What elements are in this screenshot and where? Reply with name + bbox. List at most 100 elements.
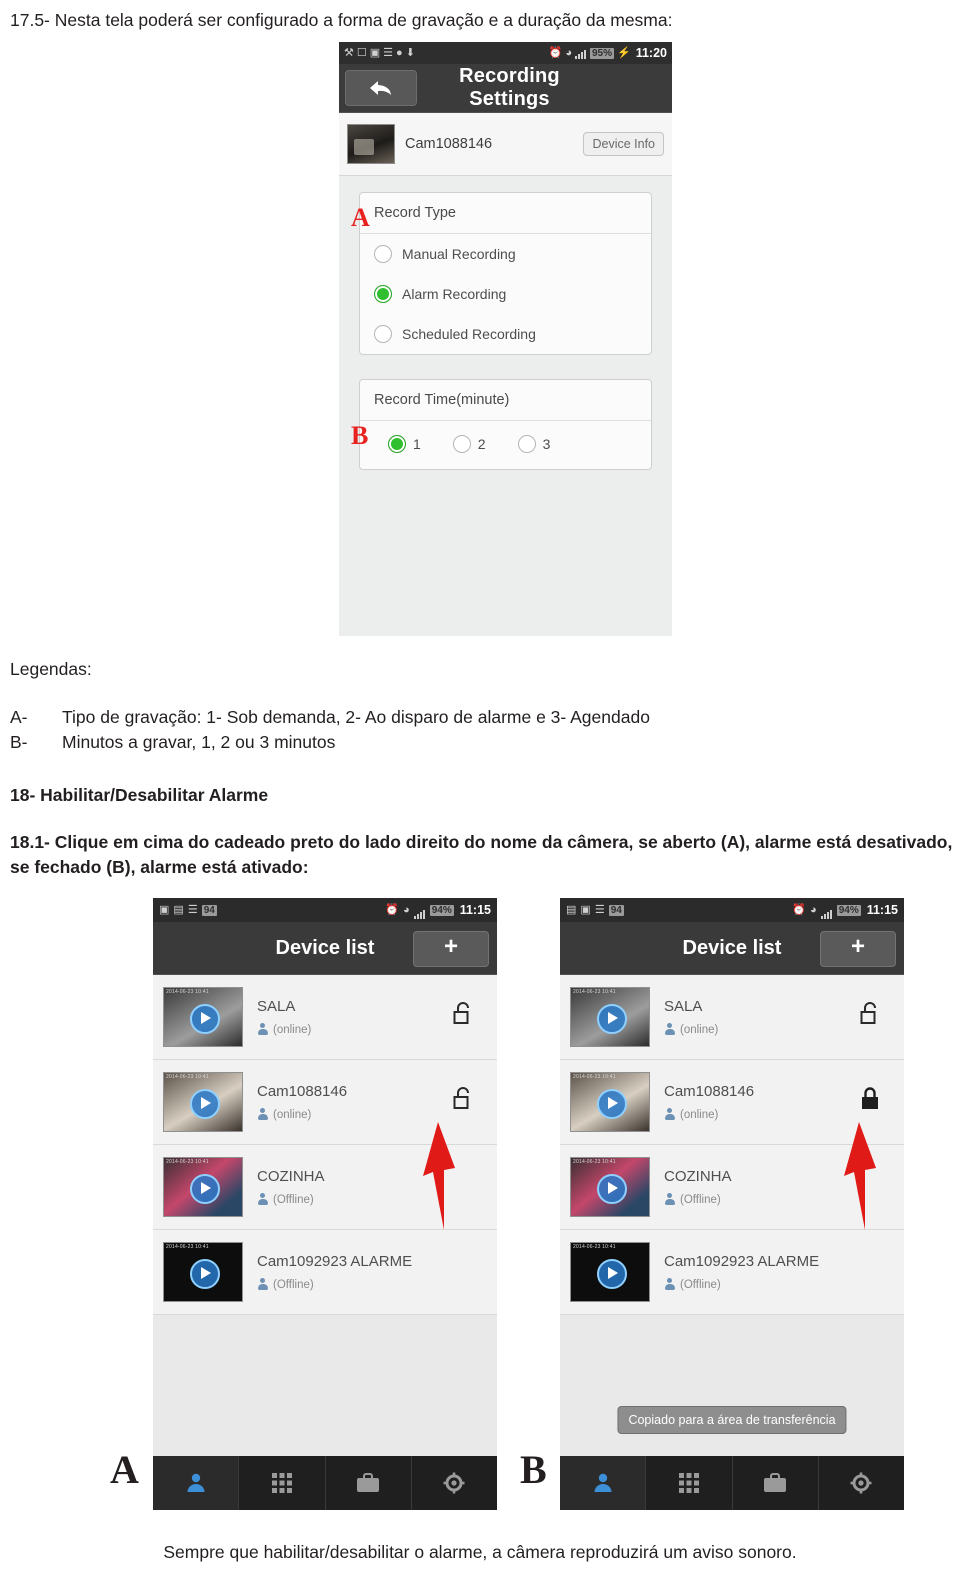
device-thumbnail[interactable]: 2014-06-23 10:41 (163, 1157, 243, 1217)
tab-settings[interactable] (412, 1456, 497, 1510)
tab-briefcase[interactable] (326, 1456, 412, 1510)
record-type-card: Record Type Manual Recording Alarm Recor… (359, 192, 652, 355)
device-row[interactable]: 2014-06-23 10:41 SALA (online) (560, 975, 904, 1060)
annotation-marker-b-bottom: B (520, 1447, 547, 1492)
device-name: Cam1088146 (664, 1083, 755, 1100)
screenshot-icon: ☰ (383, 46, 394, 59)
device-info: SALA (online) (257, 998, 311, 1036)
device-status: (online) (257, 1023, 311, 1036)
image-icon: ▣ (369, 46, 381, 59)
add-device-button[interactable]: + (820, 931, 896, 967)
device-status-label: (online) (273, 1108, 312, 1121)
charging-icon: ⚡ (617, 46, 631, 59)
tab-briefcase[interactable] (733, 1456, 819, 1510)
device-thumbnail[interactable]: 2014-06-23 10:41 (570, 987, 650, 1047)
device-status-label: (Offline) (680, 1278, 721, 1291)
play-icon[interactable] (597, 1089, 627, 1119)
clock-label: 11:15 (459, 903, 491, 917)
lock-open-icon[interactable] (453, 1001, 473, 1027)
device-status: (online) (664, 1108, 754, 1121)
device-name: Cam1088146 (257, 1083, 348, 1100)
device-name: SALA (664, 998, 703, 1015)
document-page: 17.5- Nesta tela poderá ser configurado … (0, 0, 960, 1577)
device-status: (Offline) (257, 1193, 325, 1206)
device-status: (Offline) (664, 1193, 732, 1206)
device-status-label: (online) (680, 1023, 719, 1036)
status-bar-a: ▣ ▤ ☰ 94 ⏰ ◕ 94% 11:15 (153, 898, 497, 922)
radio-icon-time-2[interactable] (452, 435, 471, 453)
radio-icon-time-1[interactable] (388, 435, 406, 453)
device-thumbnail[interactable]: 2014-06-23 10:41 (163, 987, 243, 1047)
record-type-header: Record Type (360, 193, 651, 234)
play-icon[interactable] (190, 1089, 220, 1119)
paragraph-18-1: 18.1- Clique em cima do cadeado preto do… (10, 832, 953, 877)
wifi-icon: ◕ (565, 46, 572, 59)
title-bar: Recording Settings (339, 64, 672, 113)
camera-row[interactable]: Cam1088146 Device Info (339, 113, 672, 176)
device-info: Cam1088146 (online) (664, 1083, 754, 1121)
play-icon[interactable] (597, 1174, 627, 1204)
device-name: Cam1092923 ALARME (664, 1253, 820, 1270)
device-thumbnail[interactable]: 2014-06-23 10:41 (163, 1242, 243, 1302)
notification-badge: 94 (608, 904, 624, 916)
tab-grid[interactable] (239, 1456, 326, 1510)
option-label-time-3: 3 (542, 436, 551, 452)
screenshot-icon: ☰ (594, 903, 605, 916)
device-info-button[interactable]: Device Info (583, 132, 664, 156)
device-thumbnail[interactable]: 2014-06-23 10:41 (163, 1072, 243, 1132)
usb-icon: ⚒ (344, 46, 354, 59)
annotation-marker-b: B (351, 421, 369, 450)
person-icon (257, 1193, 268, 1206)
signal-icon (413, 901, 426, 919)
title-bar-a: Device list + (153, 922, 497, 975)
radio-icon-scheduled[interactable] (374, 325, 392, 343)
notification-badge: 94 (201, 904, 217, 916)
device-row[interactable]: 2014-06-23 10:41 Cam1092923 ALARME (Offl… (153, 1230, 497, 1315)
tab-grid[interactable] (646, 1456, 733, 1510)
section-heading-18: 18- Habilitar/Desabilitar Alarme (10, 785, 269, 805)
back-button[interactable] (345, 70, 417, 106)
add-device-button[interactable]: + (413, 931, 489, 967)
option-scheduled-recording[interactable]: Scheduled Recording (360, 314, 651, 354)
person-icon (664, 1278, 675, 1291)
lock-open-icon[interactable] (860, 1001, 880, 1027)
option-time-3[interactable]: 3 (517, 435, 551, 453)
legend-key-a: A- (10, 707, 28, 727)
device-thumbnail[interactable]: 2014-06-23 10:41 (570, 1072, 650, 1132)
play-icon[interactable] (190, 1004, 220, 1034)
lock-closed-icon[interactable] (860, 1086, 880, 1112)
record-time-options: 1 2 3 (360, 421, 651, 469)
tab-settings[interactable] (819, 1456, 904, 1510)
play-icon[interactable] (597, 1259, 627, 1289)
battery-level: 95% (590, 47, 615, 59)
signal-icon (820, 901, 833, 919)
play-icon[interactable] (190, 1259, 220, 1289)
device-status-label: (Offline) (680, 1193, 721, 1206)
sd-card-icon: ☐ (356, 46, 367, 59)
page-title-a: Device list (275, 936, 375, 959)
radio-icon-manual[interactable] (374, 245, 392, 263)
lock-open-icon[interactable] (453, 1086, 473, 1112)
device-name: SALA (257, 998, 296, 1015)
device-row[interactable]: 2014-06-23 10:41 Cam1092923 ALARME (Offl… (560, 1230, 904, 1315)
device-thumbnail[interactable]: 2014-06-23 10:41 (570, 1157, 650, 1217)
option-time-2[interactable]: 2 (452, 435, 486, 453)
thumbnail-timestamp: 2014-06-23 10:41 (166, 989, 209, 995)
device-row[interactable]: 2014-06-23 10:41 SALA (online) (153, 975, 497, 1060)
play-icon[interactable] (597, 1004, 627, 1034)
radio-icon-alarm[interactable] (374, 285, 392, 303)
device-info: Cam1092923 ALARME (Offline) (257, 1253, 412, 1291)
option-alarm-recording[interactable]: Alarm Recording (360, 274, 651, 314)
option-manual-recording[interactable]: Manual Recording (360, 234, 651, 274)
play-icon[interactable] (190, 1174, 220, 1204)
battery-level: 94% (836, 904, 861, 916)
tab-devices[interactable] (153, 1456, 240, 1510)
radio-icon-time-3[interactable] (517, 435, 536, 453)
tab-devices[interactable] (560, 1456, 647, 1510)
paragraph-17-5: 17.5- Nesta tela poderá ser configurado … (10, 10, 673, 30)
device-status-label: (Offline) (273, 1193, 314, 1206)
device-thumbnail[interactable]: 2014-06-23 10:41 (570, 1242, 650, 1302)
option-time-1[interactable]: 1 (388, 435, 421, 453)
camera-name: Cam1088146 (405, 136, 493, 152)
legend-key-b: B- (10, 731, 28, 752)
